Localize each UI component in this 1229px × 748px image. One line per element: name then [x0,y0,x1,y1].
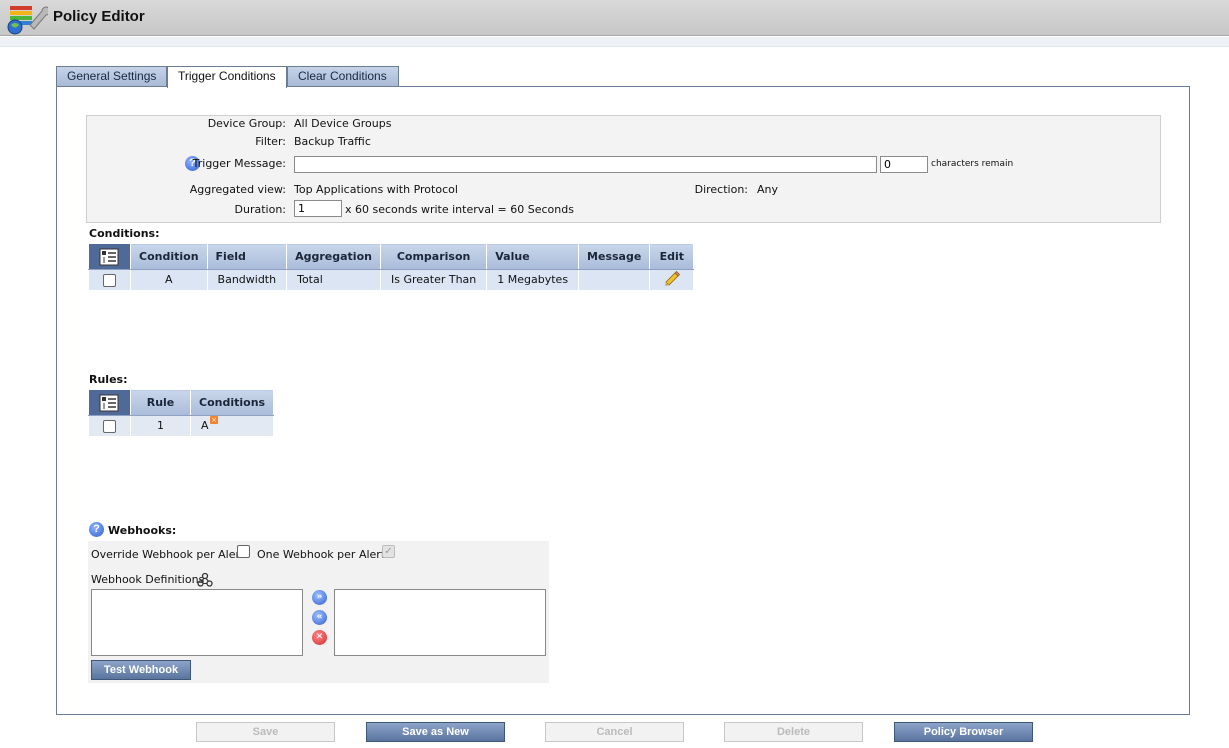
device-group-label: Device Group: [207,117,286,130]
one-webhook-label: One Webhook per Alert: [257,548,389,561]
row-checkbox-cell [88,415,131,436]
remove-condition-icon[interactable]: × [210,416,218,424]
field-cell: Bandwidth [207,269,288,290]
remove-icon[interactable]: ✕ [312,630,327,645]
webhooks-title: Webhooks: [108,524,177,537]
column-header-aggregation[interactable]: Aggregation [286,243,381,270]
column-header-condition[interactable]: Condition [130,243,208,270]
window-title: Policy Editor [53,8,145,25]
table-row: A Bandwidth Total Is Greater Than 1 Mega… [88,269,695,290]
webhooks-help-icon[interactable]: ? [89,522,104,537]
edit-cell [649,269,695,290]
aggregated-view-value: Top Applications with Protocol [294,183,458,196]
value-cell: 1 Megabytes [486,269,580,290]
row-checkbox-cell [88,269,131,290]
condition-cell: A [130,269,208,290]
rules-table: Rule Conditions 1 A × [88,389,275,436]
table-row: 1 A × [88,415,275,436]
select-all-rules[interactable] [88,389,131,416]
filter-label: Filter: [255,135,286,148]
list-select-icon [99,394,121,412]
conditions-title: Conditions: [89,227,160,240]
tab-general-settings[interactable]: General Settings [56,66,167,87]
webhook-icon [197,572,213,587]
row-checkbox[interactable] [102,419,116,433]
column-header-comparison[interactable]: Comparison [379,243,488,270]
duration-label: Duration: [234,203,286,216]
save-as-new-button[interactable]: Save as New [366,722,505,742]
duration-suffix: x 60 seconds write interval = 60 Seconds [345,203,574,216]
list-select-icon [99,248,121,266]
trigger-message-label: Trigger Message: [192,157,286,170]
column-header-field[interactable]: Field [206,243,288,270]
comparison-cell: Is Greater Than [380,269,488,290]
delete-button[interactable]: Delete [724,722,863,742]
selected-webhooks-list[interactable] [334,589,546,656]
policy-browser-button[interactable]: Policy Browser [894,722,1033,742]
column-header-rule[interactable]: Rule [130,389,191,416]
available-webhooks-list[interactable] [91,589,303,656]
message-cell [578,269,651,290]
policy-editor-app-icon [7,6,48,35]
column-header-conditions[interactable]: Conditions [189,389,275,416]
direction-label: Direction: [694,183,748,196]
characters-remaining-counter [880,156,928,173]
rule-cell: 1 [130,415,191,436]
rules-title: Rules: [89,373,128,386]
override-webhook-checkbox[interactable] [237,545,250,558]
aggregated-view-label: Aggregated view: [189,183,286,196]
conditions-header-row: Condition Field Aggregation Comparison V… [88,243,695,270]
rules-header-row: Rule Conditions [88,389,275,416]
cancel-button[interactable]: Cancel [545,722,684,742]
rule-conditions-cell: A × [190,415,275,436]
column-header-value[interactable]: Value [486,243,580,270]
rule-conditions-value: A [201,419,209,433]
device-group-value: All Device Groups [294,117,392,130]
duration-input[interactable] [294,200,342,217]
filter-value: Backup Traffic [294,135,371,148]
row-checkbox[interactable] [102,273,116,287]
test-webhook-button[interactable]: Test Webhook [91,660,191,680]
column-header-message[interactable]: Message [578,243,651,270]
column-header-edit[interactable]: Edit [649,243,695,270]
move-left-icon[interactable]: « [312,610,327,625]
pencil-icon[interactable] [663,270,681,287]
one-webhook-checkbox[interactable]: ✓ [382,545,395,558]
tab-trigger-conditions[interactable]: Trigger Conditions [167,66,287,88]
title-bar: Policy Editor [0,0,1229,36]
save-button[interactable]: Save [196,722,335,742]
tab-clear-conditions[interactable]: Clear Conditions [287,66,399,87]
trigger-message-input[interactable] [294,156,877,173]
characters-remain-label: characters remain [931,159,1014,169]
select-all-conditions[interactable] [88,243,131,270]
move-right-icon[interactable]: » [312,590,327,605]
title-subbar [0,37,1229,47]
override-webhook-label: Override Webhook per Alert: [91,548,249,561]
webhook-definitions-label: Webhook Definitions [91,573,205,586]
conditions-table: Condition Field Aggregation Comparison V… [88,243,695,290]
direction-value: Any [757,183,779,196]
aggregation-cell: Total [286,269,381,290]
